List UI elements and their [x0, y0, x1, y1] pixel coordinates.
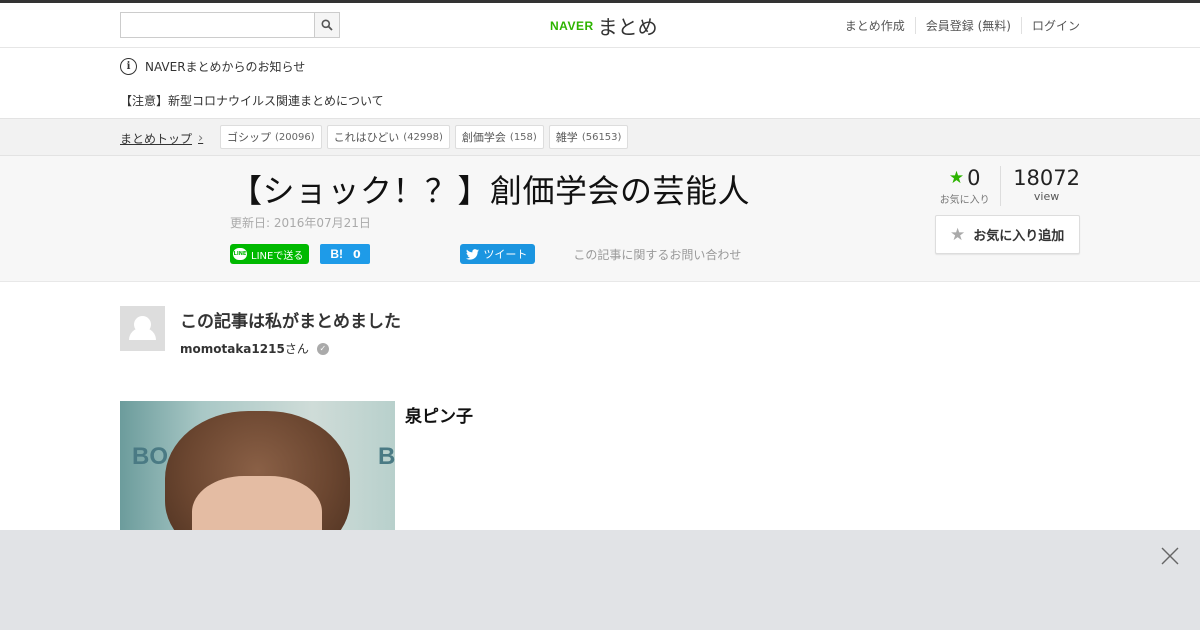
tag-soka-gakkai[interactable]: 創価学会 (158): [454, 125, 544, 149]
search-box: [120, 12, 340, 38]
tag-count: (56153): [581, 131, 622, 143]
notice-section: i NAVERまとめからのお知らせ 【注意】新型コロナウイルス関連まとめについて: [0, 48, 1200, 118]
add-favorite-label: お気に入り追加: [973, 229, 1065, 244]
line-share-button[interactable]: LINE LINEで送る: [230, 244, 310, 264]
add-favorite-button[interactable]: ★ お気に入り追加: [935, 215, 1080, 254]
tag-name: 創価学会: [461, 131, 506, 144]
tag-count: (42998): [403, 131, 443, 143]
view-stat: 18072 view: [1001, 166, 1080, 206]
author-info: この記事は私がまとめました momotaka1215 さん ✓: [180, 306, 401, 357]
notice-link[interactable]: 【注意】新型コロナウイルス関連まとめについて: [120, 92, 384, 109]
breadcrumb-top-label: まとめトップ: [120, 132, 193, 146]
contact-link[interactable]: この記事に関するお問い合わせ: [573, 246, 741, 263]
line-share-label: LINEで送る: [251, 250, 304, 262]
tag-name: 雑学: [555, 131, 578, 144]
author-block: この記事は私がまとめました momotaka1215 さん ✓: [120, 306, 401, 357]
item-title: 泉ピン子: [405, 407, 473, 427]
favorite-stat: ★ 0 お気に入り: [931, 166, 1002, 206]
view-label: view: [1033, 190, 1060, 203]
tag-list: ゴシップ (20096) これはひどい (42998) 創価学会 (158) 雑学 (5…: [220, 125, 633, 149]
author-id[interactable]: momotaka1215: [180, 342, 285, 356]
tag-count: (20096): [275, 131, 315, 143]
search-icon: [321, 19, 333, 31]
photo-backdrop-text-right: B: [378, 443, 395, 470]
star-outline-icon: ★: [950, 224, 966, 245]
breadcrumb-top-link[interactable]: まとめトップ ›: [120, 130, 203, 147]
site-header: NAVER まとめ まとめ作成 会員登録 (無料) ログイン: [0, 3, 1200, 48]
register-link[interactable]: 会員登録 (無料): [914, 17, 1021, 34]
verified-check-icon: ✓: [316, 342, 329, 355]
updated-date: 更新日: 2016年07月21日: [230, 216, 371, 230]
item-photo[interactable]: BO B: [120, 401, 395, 536]
tag-gossip[interactable]: ゴシップ (20096): [220, 125, 322, 149]
notice-heading: i NAVERまとめからのお知らせ: [120, 58, 305, 75]
line-icon: LINE: [233, 248, 247, 260]
avatar[interactable]: [120, 306, 165, 351]
ad-overlay: [0, 530, 1200, 630]
close-icon[interactable]: [1160, 546, 1180, 566]
twitter-bird-icon: [466, 248, 480, 260]
hatena-count: 0: [353, 247, 361, 261]
author-suffix: さん: [284, 342, 309, 356]
logo-matome: まとめ: [597, 15, 658, 39]
site-logo[interactable]: NAVER まとめ: [550, 11, 658, 40]
tag-zatsugaku[interactable]: 雑学 (56153): [548, 125, 629, 149]
tweet-button[interactable]: ツイート: [460, 244, 536, 264]
article-stats: ★ 0 お気に入り 18072 view: [931, 166, 1080, 206]
hatena-bookmark-button[interactable]: B! 0: [320, 244, 371, 264]
author-name: momotaka1215 さん ✓: [180, 340, 401, 357]
search-input[interactable]: [120, 12, 315, 38]
tag-name: ゴシップ: [227, 131, 271, 144]
view-count: 18072: [1013, 166, 1080, 190]
tag-name: これはひどい: [333, 131, 400, 144]
page-title: 【ショック！？】創価学会の芸能人: [230, 172, 751, 210]
breadcrumb: まとめトップ › ゴシップ (20096) これはひどい (42998) 創価学会(…: [0, 118, 1200, 156]
login-link[interactable]: ログイン: [1020, 17, 1080, 34]
author-heading: この記事は私がまとめました: [180, 312, 401, 332]
tweet-label: ツイート: [483, 248, 528, 261]
search-button[interactable]: [314, 12, 340, 38]
create-matome-link[interactable]: まとめ作成: [845, 17, 915, 34]
header-links: まとめ作成 会員登録 (無料) ログイン: [845, 17, 1080, 34]
tag-korewahidoi[interactable]: これはひどい (42998): [326, 125, 450, 149]
photo-backdrop-text-left: BO: [132, 443, 168, 470]
share-buttons: LINE LINEで送る B! 0 ツイート この記事に関するお問い合わせ: [230, 244, 741, 264]
tag-count: (158): [509, 131, 537, 143]
star-icon: ★: [948, 168, 965, 188]
favorite-count: 0: [967, 166, 981, 190]
favorite-label: お気に入り: [939, 195, 990, 206]
chevron-right-icon: ›: [198, 131, 204, 146]
info-icon: i: [120, 58, 137, 75]
article-header: 【ショック！？】創価学会の芸能人 更新日: 2016年07月21日 LINE L…: [0, 156, 1200, 282]
notice-heading-text: NAVERまとめからのお知らせ: [145, 60, 306, 74]
hatena-icon: B!: [330, 247, 343, 261]
logo-naver: NAVER: [550, 18, 594, 33]
